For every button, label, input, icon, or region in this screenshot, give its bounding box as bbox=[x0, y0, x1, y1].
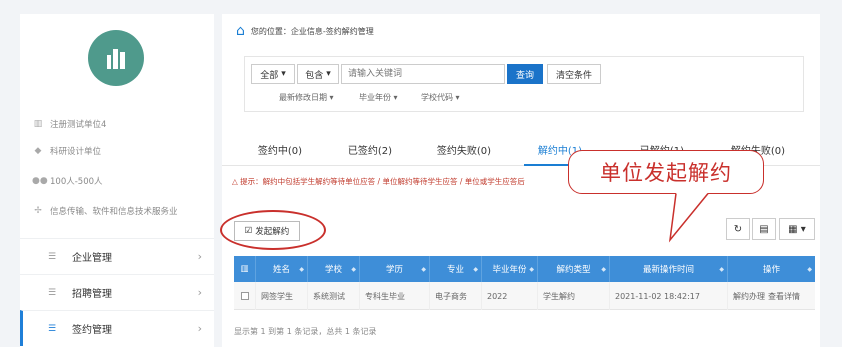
callout-pointer bbox=[668, 193, 709, 243]
